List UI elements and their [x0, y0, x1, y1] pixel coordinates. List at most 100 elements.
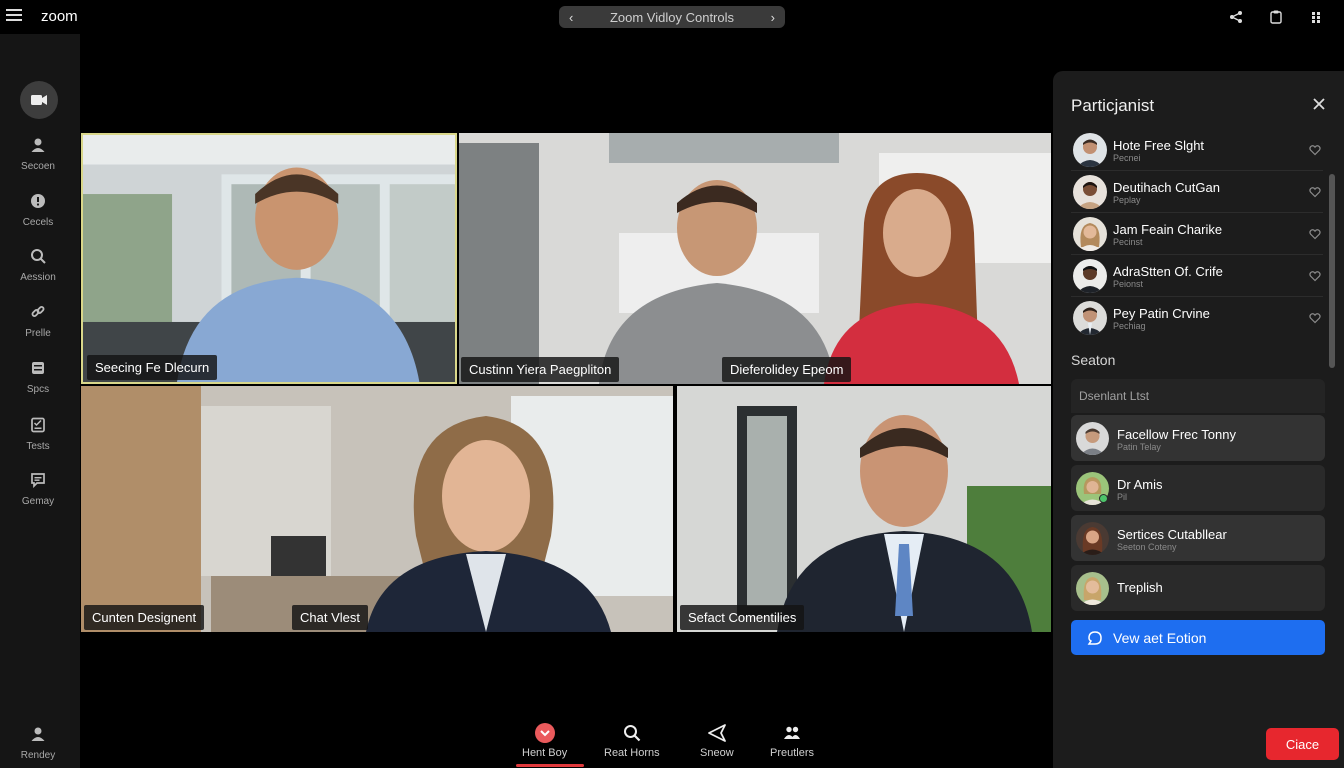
panel-scrollbar[interactable] [1329, 174, 1335, 368]
toolbar-send-button[interactable]: Sneow [700, 722, 734, 759]
participant-row[interactable]: Jam Feain Charike Pecinst [1071, 213, 1323, 255]
share-icon[interactable] [1228, 9, 1244, 25]
list-item[interactable]: Treplish [1071, 565, 1325, 611]
participant-name-tag: Cunten Designent [84, 605, 205, 630]
video-tile-3[interactable]: Cunten Designent Chat Vlest [81, 386, 673, 632]
left-sidebar: Secoen Cecels Aession Prelle Spcs Tests … [0, 34, 80, 768]
list-item-sub: Pil [1117, 492, 1128, 502]
participant-row[interactable]: Hote Free Slght Pecnei [1071, 129, 1323, 171]
heart-icon [534, 722, 556, 744]
close-button[interactable]: Ciace [1266, 728, 1339, 760]
people-icon [781, 722, 803, 744]
active-tab-indicator [516, 764, 584, 767]
participant-name-tag: Custinn Yiera Paegpliton [461, 357, 620, 382]
toolbar-heart-button[interactable]: Hent Boy [522, 722, 567, 759]
sidebar-item-rendey[interactable]: Rendey [0, 726, 76, 763]
window-title: Zoom Vidloy Controls [609, 9, 735, 25]
participant-name-tag: Chat Vlest [292, 605, 368, 630]
participant-name-tag: Seecing Fe Dlecurn [87, 355, 218, 380]
view-action-button[interactable]: Vew aet Eotion [1071, 620, 1325, 655]
app-title: zoom [41, 8, 78, 25]
clipboard-icon[interactable] [1268, 9, 1284, 25]
sidebar-item-label: Cecels [22, 217, 54, 228]
sidebar-item-spcs[interactable]: Spcs [0, 360, 76, 397]
circle-info-icon [31, 194, 45, 208]
participant-row[interactable]: AdraStten Of. Crife Peionst [1071, 255, 1323, 297]
chevron-left-icon[interactable]: ‹ [569, 10, 573, 25]
avatar [1073, 259, 1107, 293]
heart-icon[interactable] [1309, 312, 1321, 324]
list-item-name: Sertices Cutabllear [1117, 527, 1227, 542]
search-icon [31, 249, 46, 264]
list-item[interactable]: Facellow Frec Tonny Patin Telay [1071, 415, 1325, 461]
video-tile-4[interactable]: Sefact Comentilies [677, 386, 1051, 632]
list-item-sub: Patin Telay [1117, 442, 1161, 452]
participant-video-image [677, 386, 1051, 632]
list-item[interactable]: Sertices Cutabllear Seeton Coteny [1071, 515, 1325, 561]
participant-row[interactable]: Deutihach CutGan Peplay [1071, 171, 1323, 213]
toolbar-search-button[interactable]: Reat Horns [604, 722, 660, 759]
search-icon [621, 722, 643, 744]
list-item-name: Facellow Frec Tonny [1117, 427, 1236, 442]
sidebar-item-label: Tests [26, 441, 50, 452]
sidebar-item-label: Aession [20, 272, 56, 283]
search-input[interactable] [1071, 379, 1325, 413]
list-item-name: Treplish [1117, 580, 1163, 595]
sidebar-item-gemay[interactable]: Gemay [0, 472, 76, 509]
sidebar-item-label: Prelle [25, 328, 51, 339]
view-action-label: Vew aet Eotion [1113, 629, 1207, 646]
participant-role: Pecnei [1113, 153, 1141, 163]
video-tile-1[interactable]: Seecing Fe Dlecurn [81, 133, 457, 384]
online-status-icon [1099, 494, 1108, 503]
participant-name-tag: Sefact Comentilies [680, 605, 805, 630]
person-settings-icon [31, 727, 45, 741]
participant-role: Peplay [1113, 195, 1141, 205]
avatar [1073, 301, 1107, 335]
sidebar-item-cecels[interactable]: Cecels [0, 193, 76, 230]
participant-name: Hote Free Slght [1113, 138, 1205, 153]
chat-icon [1087, 630, 1102, 645]
sidebar-item-label: Spcs [26, 384, 50, 395]
chevron-right-icon[interactable]: › [771, 10, 775, 25]
sidebar-item-secoen[interactable]: Secoen [0, 137, 76, 174]
checklist-icon [31, 417, 45, 433]
participant-name: Deutihach CutGan [1113, 180, 1220, 195]
layers-icon [32, 362, 44, 374]
sidebar-item-label: Gemay [21, 496, 55, 507]
sidebar-item-label: Rendey [20, 750, 56, 761]
avatar [1076, 572, 1109, 605]
toolbar-people-button[interactable]: Preutlers [770, 722, 814, 759]
participant-role: Pecinst [1113, 237, 1143, 247]
heart-icon[interactable] [1309, 270, 1321, 282]
list-item[interactable]: Dr Amis Pil [1071, 465, 1325, 511]
participant-name: AdraStten Of. Crife [1113, 264, 1223, 279]
avatar [1073, 217, 1107, 251]
close-icon[interactable] [1312, 97, 1326, 111]
hamburger-menu-icon[interactable] [6, 9, 22, 23]
apps-grid-icon[interactable] [1308, 9, 1324, 25]
toolbar-label: Preutlers [770, 747, 815, 759]
panel-title: Particjanist [1071, 96, 1155, 115]
participant-name: Pey Patin Crvine [1113, 306, 1210, 321]
avatar [1073, 133, 1107, 167]
participant-role: Pechiag [1113, 321, 1146, 331]
heart-icon[interactable] [1309, 186, 1321, 198]
sidebar-item-prelle[interactable]: Prelle [0, 304, 76, 341]
toolbar-label: Hent Boy [522, 747, 568, 759]
participant-name: Jam Feain Charike [1113, 222, 1223, 237]
video-camera-icon[interactable] [20, 81, 58, 119]
section-label: Seaton [1071, 352, 1116, 368]
list-item-name: Dr Amis [1117, 477, 1163, 492]
participant-video-image [81, 386, 673, 632]
heart-icon[interactable] [1309, 144, 1321, 156]
send-icon [706, 722, 728, 744]
top-bar: zoom ‹ Zoom Vidloy Controls › [0, 0, 1344, 34]
sidebar-item-tests[interactable]: Tests [0, 417, 76, 454]
video-tile-2[interactable]: Custinn Yiera Paegpliton Dieferolidey Ep… [459, 133, 1051, 384]
avatar [1073, 175, 1107, 209]
participant-row[interactable]: Pey Patin Crvine Pechiag [1071, 297, 1323, 339]
avatar [1076, 422, 1109, 455]
heart-icon[interactable] [1309, 228, 1321, 240]
sidebar-item-aession[interactable]: Aession [0, 248, 76, 285]
person-icon [31, 138, 45, 152]
